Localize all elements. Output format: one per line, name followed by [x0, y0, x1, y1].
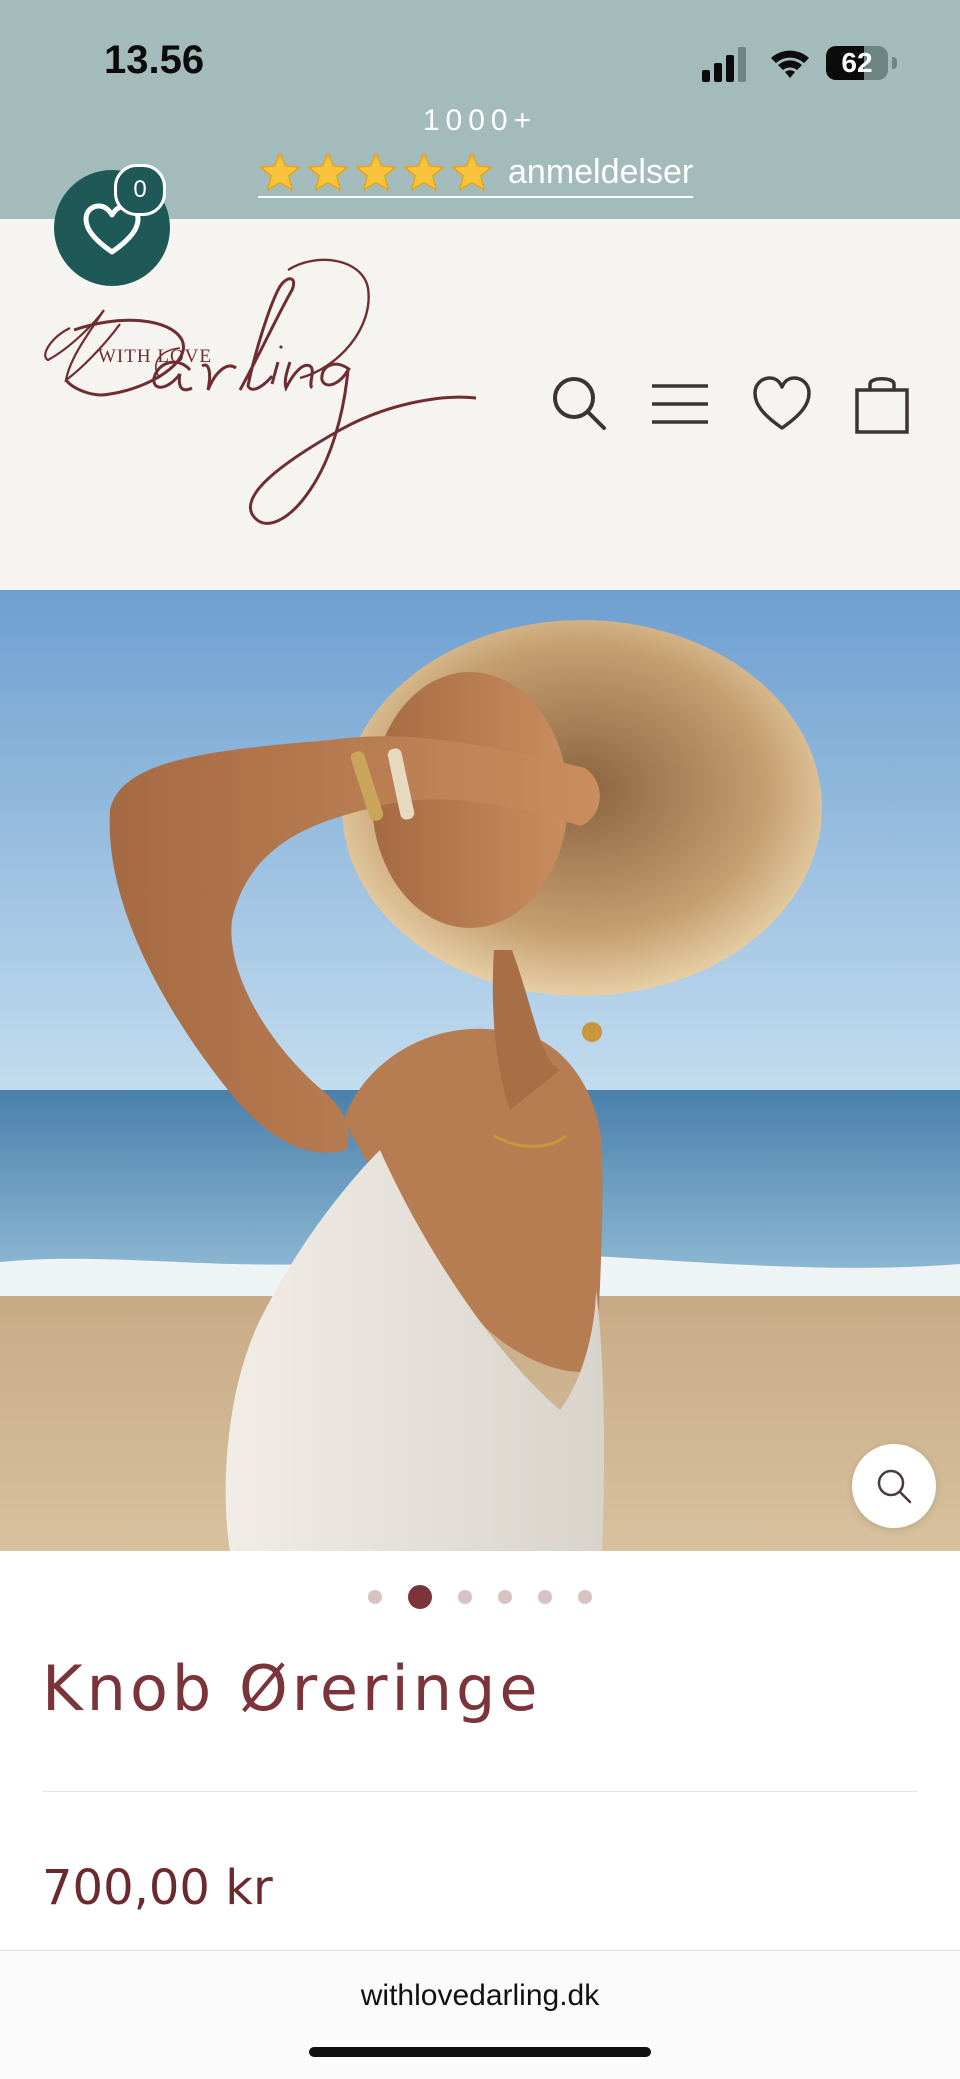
home-indicator	[309, 2047, 651, 2057]
battery-body: 62	[826, 46, 888, 80]
rating-stars	[258, 151, 494, 193]
reviews-link-text: anmeldelser	[508, 153, 694, 191]
product-photo	[0, 590, 960, 1551]
star-icon	[451, 152, 493, 191]
browser-url: withlovedarling.dk	[360, 1979, 600, 2012]
wishlist-count: 0	[114, 164, 166, 216]
star-icon	[307, 152, 349, 191]
gallery-dot[interactable]	[458, 1590, 472, 1604]
gallery-dot[interactable]	[538, 1590, 552, 1604]
battery-cap	[892, 57, 897, 69]
gallery-dot[interactable]	[368, 1590, 382, 1604]
battery-level: 62	[841, 47, 873, 78]
signal-icon	[702, 47, 746, 82]
cart-icon[interactable]	[850, 372, 914, 436]
product-image[interactable]	[0, 590, 960, 1551]
logo-script-graphic	[44, 258, 477, 525]
browser-address-bar[interactable]: withlovedarling.dk	[0, 1950, 960, 2079]
reviews-link[interactable]: anmeldelser	[258, 150, 694, 198]
star-icon	[403, 152, 445, 191]
zoom-button[interactable]	[852, 1444, 936, 1528]
gallery-dot[interactable]	[498, 1590, 512, 1604]
star-icon	[259, 152, 301, 191]
logo-tagline: WITH LOVE	[98, 346, 212, 367]
gallery-dot[interactable]	[578, 1590, 592, 1604]
gallery-pagination	[0, 1585, 960, 1609]
star-icon	[355, 152, 397, 191]
zoom-icon	[877, 1469, 912, 1504]
wifi-icon	[771, 50, 809, 78]
product-price: 700,00 kr	[42, 1860, 273, 1916]
status-time: 13.56	[104, 38, 205, 82]
logo[interactable]: WITH LOVE	[40, 258, 490, 558]
review-count: 1000+	[422, 104, 538, 137]
battery-icon: 62	[826, 46, 902, 84]
wishlist-badge-button[interactable]: 0	[54, 164, 170, 286]
product-title: Knob Øreringe	[42, 1652, 542, 1725]
menu-icon[interactable]	[648, 372, 712, 436]
search-icon[interactable]	[548, 372, 612, 436]
gallery-dot-active[interactable]	[408, 1585, 432, 1609]
divider	[42, 1791, 918, 1792]
wishlist-icon[interactable]	[750, 372, 814, 436]
